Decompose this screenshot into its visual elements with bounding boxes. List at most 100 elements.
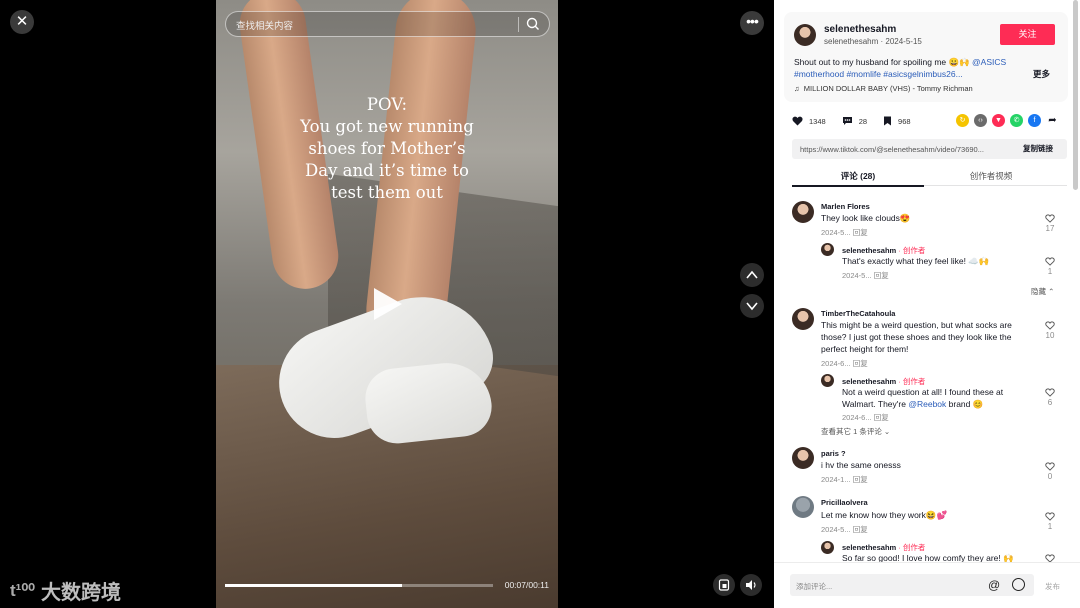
tab-creator-videos[interactable]: 创作者视频 (925, 170, 1057, 182)
comment-meta[interactable]: 2024-5... 回复 (821, 227, 868, 238)
heart-outline-icon (1045, 214, 1055, 223)
commenter-name[interactable]: Pricillaolvera (821, 498, 868, 507)
overlay-line: Day and it’s time to (305, 161, 469, 180)
comment-stat[interactable]: 28 (842, 116, 867, 126)
share-arrow-icon[interactable]: ➦ (1046, 114, 1059, 127)
comment-item: Marlen Flores They look like clouds😍 202… (774, 190, 1080, 238)
overlay-line: shoes for Mother’s (308, 139, 466, 158)
replier-avatar[interactable] (821, 374, 834, 387)
comment-line: those? I just got these shoes and they l… (821, 332, 1012, 342)
comment-like[interactable]: 1 (1043, 512, 1057, 531)
panel-scrollbar[interactable] (1073, 0, 1078, 190)
replier-name-text: selenethesahm (842, 543, 897, 552)
commenter-avatar[interactable] (792, 201, 814, 223)
video-caption-overlay: POV: You got new running shoes for Mothe… (216, 94, 558, 204)
reply-meta[interactable]: 2024-6... 回复 (842, 412, 889, 423)
commenter-name[interactable]: Marlen Flores (821, 202, 870, 211)
comment-text: Let me know how they work😆💕 (821, 510, 948, 520)
reply-mention[interactable]: @Reebok (908, 399, 946, 409)
reply-item: selenethesahm · 创作者 Not a weird question… (774, 371, 1080, 425)
commenter-avatar[interactable] (792, 308, 814, 330)
hide-replies-button[interactable]: 隐藏 ⌃ (1031, 286, 1054, 297)
reply-item: selenethesahm · 创作者 That's exactly what … (774, 240, 1080, 282)
emoji-icon[interactable] (1012, 578, 1025, 591)
author-name[interactable]: selenethesahm (824, 24, 896, 35)
detail-panel: selenethesahm selenethesahm · 2024-5-15 … (774, 0, 1080, 608)
reply-like-count: 6 (1047, 398, 1053, 407)
play-icon[interactable] (374, 288, 402, 320)
send-icon[interactable]: ▼ (992, 114, 1005, 127)
bookmark-icon (884, 116, 892, 126)
pip-button[interactable] (713, 574, 735, 596)
commenter-name[interactable]: TimberTheCatahoula (821, 309, 895, 318)
replier-name-text: selenethesahm (842, 246, 897, 255)
comment-meta[interactable]: 2024-6... 回复 (821, 358, 868, 369)
post-comment-button[interactable]: 发布 (1045, 581, 1060, 592)
comment-icon (842, 117, 852, 125)
comment-like[interactable]: 10 (1043, 321, 1057, 340)
whatsapp-icon[interactable]: ✆ (1010, 114, 1023, 127)
heart-outline-icon (1045, 321, 1055, 330)
reply-like[interactable]: 6 (1043, 388, 1057, 407)
see-more-link[interactable]: 更多 (1033, 68, 1050, 80)
previous-video-button[interactable] (740, 263, 764, 287)
next-video-button[interactable] (740, 294, 764, 318)
embed-icon[interactable]: ‹› (974, 114, 987, 127)
comment-input-placeholder: 添加评论... (796, 582, 833, 591)
close-button[interactable]: ✕ (10, 10, 34, 34)
like-stat[interactable]: 1348 (792, 116, 826, 126)
facebook-icon[interactable]: f (1028, 114, 1041, 127)
overlay-line: test them out (331, 183, 443, 202)
desc-mention[interactable]: @ASICS (972, 57, 1006, 67)
post-info-card: selenethesahm selenethesahm · 2024-5-15 … (784, 12, 1068, 102)
comment-meta[interactable]: 2024-1... 回复 (821, 474, 868, 485)
music-title: MILLION DOLLAR BABY (VHS) - Tommy Richma… (803, 84, 973, 93)
overlay-line: POV: (366, 95, 408, 114)
reply-like[interactable]: 1 (1043, 257, 1057, 276)
search-icon[interactable] (525, 16, 541, 32)
comment-item: TimberTheCatahoula This might be a weird… (774, 300, 1080, 370)
view-more-replies-button[interactable]: 查看其它 1 条评论 ⌄ (821, 426, 890, 437)
more-options-button[interactable]: ••• (740, 11, 764, 35)
video-player[interactable]: 查找相关内容 POV: You got new running shoes fo… (216, 0, 558, 608)
overlay-line: You got new running (300, 117, 474, 136)
reply-like[interactable] (1043, 554, 1057, 562)
comment-like-count: 1 (1047, 522, 1053, 531)
desc-hashtags[interactable]: #motherhood #momlife #asicsgelnimbus26..… (794, 69, 963, 79)
commenter-avatar[interactable] (792, 496, 814, 518)
share-icons: ↻ ‹› ▼ ✆ f ➦ (956, 114, 1059, 127)
share-link-url[interactable]: https://www.tiktok.com/@selenethesahm/vi… (800, 145, 984, 154)
heart-outline-icon (1045, 462, 1055, 471)
replier-avatar[interactable] (821, 243, 834, 256)
mention-icon[interactable]: @ (988, 578, 1000, 592)
progress-bar[interactable] (225, 584, 493, 587)
creator-badge: · 创作者 (896, 377, 926, 386)
commenter-avatar[interactable] (792, 447, 814, 469)
copy-link-button[interactable]: 复制链接 (1009, 139, 1067, 159)
replier-avatar[interactable] (821, 541, 834, 554)
music-info[interactable]: ♫ MILLION DOLLAR BABY (VHS) - Tommy Rich… (794, 84, 973, 93)
reply-like-count: 1 (1047, 267, 1053, 276)
search-bar[interactable]: 查找相关内容 (225, 11, 550, 37)
tab-comments[interactable]: 评论 (28) (792, 170, 924, 187)
author-avatar[interactable] (794, 24, 816, 46)
reply-text: That's exactly what they feel like! ☁️🙌 (842, 256, 990, 266)
reply-meta[interactable]: 2024-5... 回复 (842, 270, 889, 281)
heart-outline-icon (1045, 554, 1055, 562)
post-description: Shout out to my husband for spoiling me … (794, 56, 1026, 80)
heart-outline-icon (1045, 388, 1055, 397)
creator-badge: · 创作者 (896, 246, 926, 255)
comment-meta[interactable]: 2024-5... 回复 (821, 524, 868, 535)
follow-button[interactable]: 关注 (1000, 24, 1055, 45)
comment-composer: 添加评论... @ 发布 (774, 562, 1080, 608)
comment-like[interactable]: 0 (1043, 462, 1057, 481)
comment-list: Marlen Flores They look like clouds😍 202… (774, 190, 1080, 562)
save-stat[interactable]: 968 (883, 116, 911, 126)
comment-input[interactable]: 添加评论... @ (790, 574, 1034, 596)
logo-mark: t¹⁰⁰ (10, 580, 35, 600)
comment-like[interactable]: 17 (1043, 214, 1057, 233)
like-count: 1348 (809, 116, 826, 126)
volume-button[interactable] (740, 574, 762, 596)
repost-icon[interactable]: ↻ (956, 114, 969, 127)
commenter-name[interactable]: paris ? (821, 449, 846, 458)
